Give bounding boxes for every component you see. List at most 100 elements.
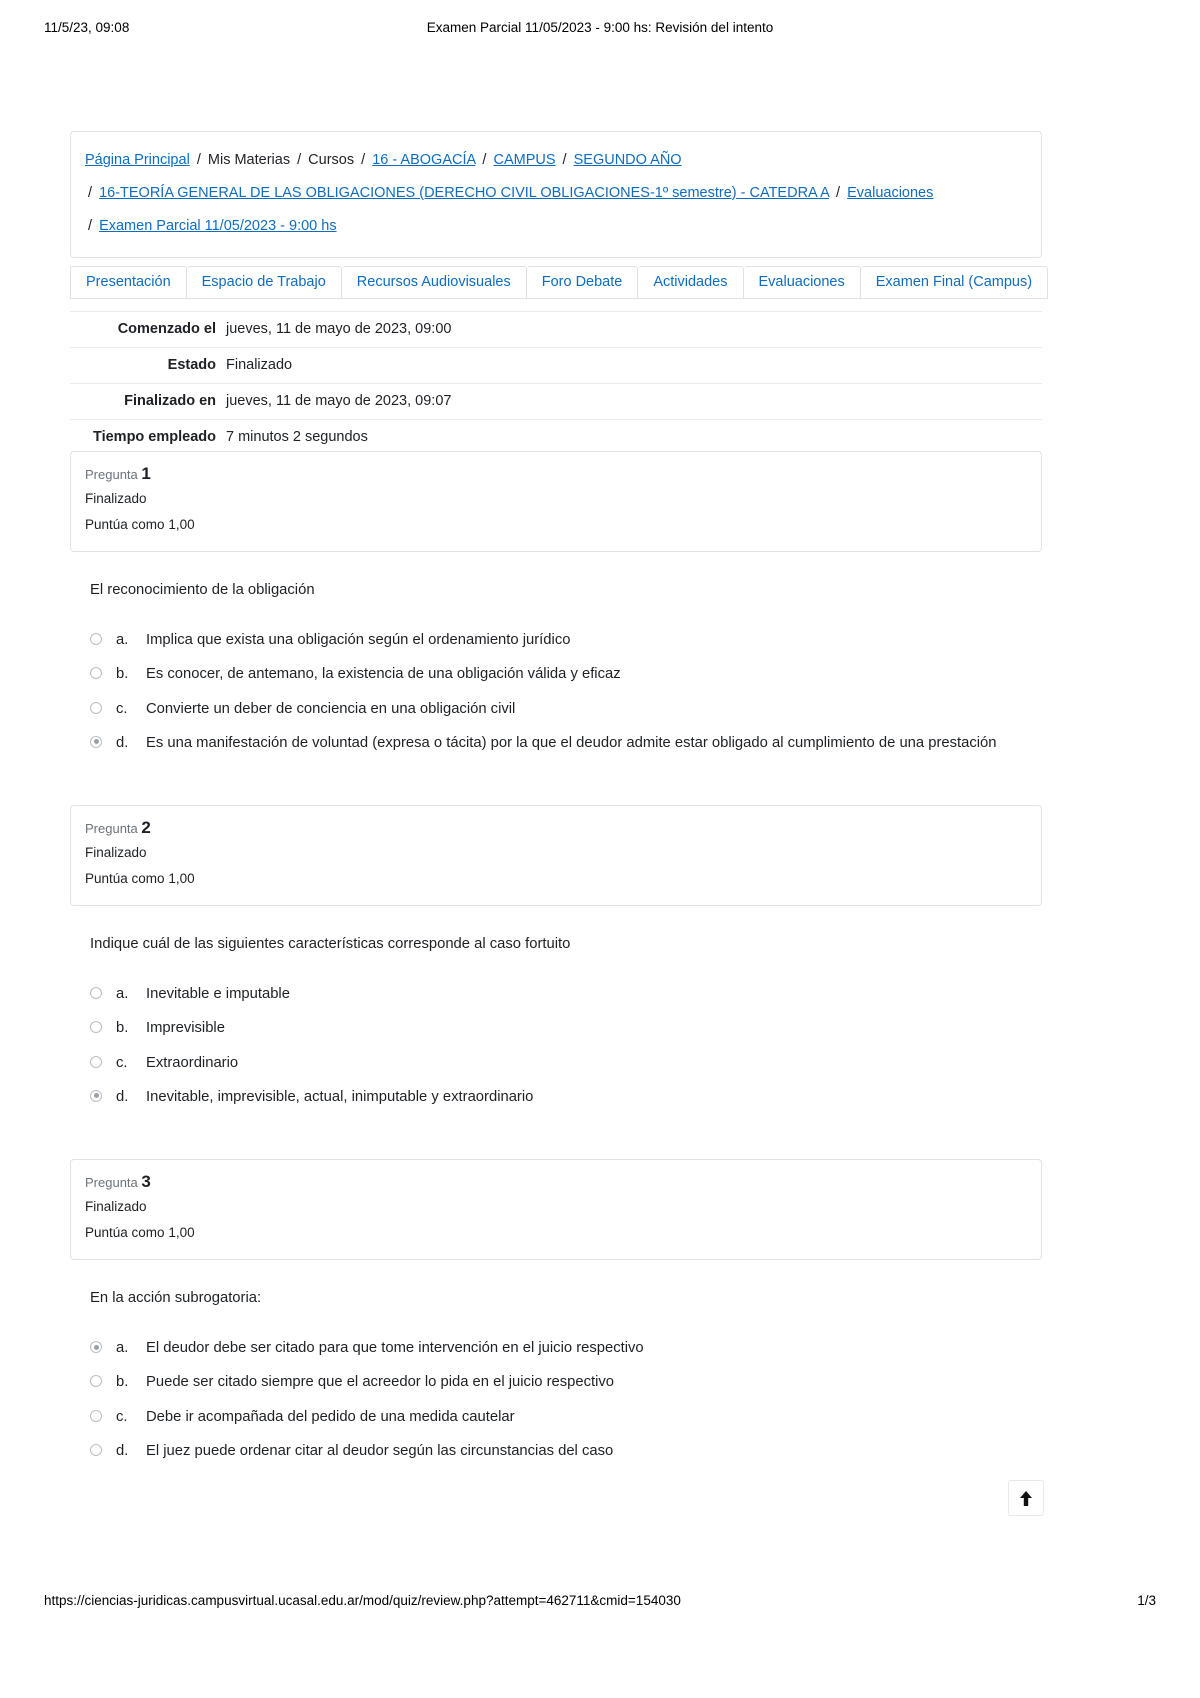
print-footer-page: 1/3 (1137, 1593, 1156, 1608)
print-header: 11/5/23, 09:08 Examen Parcial 11/05/2023… (0, 20, 1200, 40)
question-info-card: Pregunta 1 Finalizado Puntúa como 1,00 (70, 451, 1042, 552)
course-tabs: Presentación Espacio de Trabajo Recursos A… (70, 266, 1049, 299)
answer-text: Extraordinario (146, 1054, 239, 1071)
print-footer-url: https://ciencias-juridicas.campusvirtual… (44, 1593, 681, 1608)
radio-checked-icon[interactable] (90, 735, 102, 748)
answer-text: Debe ir acompañada del pedido de una med… (146, 1408, 515, 1425)
answer-option[interactable]: c. Extraordinario (70, 1053, 1042, 1073)
answer-option[interactable]: b. Es conocer, de antemano, la existencia… (70, 664, 1042, 684)
question-number: Pregunta 2 (85, 817, 1027, 840)
breadcrumb-text: Cursos (308, 152, 355, 168)
attempt-info-value: 7 minutos 2 segundos (226, 429, 368, 445)
question-block: Pregunta 3 Finalizado Puntúa como 1,00 (70, 1159, 1042, 1260)
answer-option[interactable]: b. Puede ser citado siempre que el acreed… (70, 1372, 1042, 1392)
answer-text: Convierte un deber de conciencia en una … (146, 700, 516, 717)
answer-letter: a. (116, 986, 129, 1002)
radio-checked-icon[interactable] (90, 1341, 102, 1353)
tab-evaluaciones[interactable]: Evaluaciones (743, 266, 861, 299)
answer-text: Inevitable e imputable (146, 986, 290, 1002)
question-marks-value: 1,00 (168, 871, 195, 886)
question-block: Pregunta 1 Finalizado Puntúa como 1,00 (70, 451, 1042, 552)
answer-text: Es conocer, de antemano, la existencia d… (146, 666, 621, 683)
question-number: Pregunta 1 (85, 463, 1027, 486)
answer-letter: d. (116, 1442, 129, 1459)
radio-unchecked-icon[interactable] (90, 1443, 102, 1456)
radio-unchecked-icon[interactable] (90, 701, 102, 714)
breadcrumb-separator: / (196, 152, 201, 168)
attempt-info-label: Tiempo empleado (92, 429, 216, 445)
question-number-label: Pregunta (85, 1175, 142, 1190)
answer-option[interactable]: a. Inevitable e imputable (70, 984, 1042, 1004)
attempt-info-label: Estado (167, 357, 216, 373)
answer-letter: d. (116, 1088, 129, 1105)
question-number-value: 1 (141, 464, 151, 483)
tab-foro-debate[interactable]: Foro Debate (526, 266, 639, 299)
attempt-info-body: Comenzado el jueves, 11 de mayo de 2023, … (70, 311, 1042, 456)
breadcrumb: Página Principal / Mis Materias / Cursos… (70, 131, 1042, 258)
breadcrumb-link[interactable]: Evaluaciones (847, 185, 933, 201)
quiz-review-page: 11/5/23, 09:08 Examen Parcial 11/05/2023… (0, 0, 1200, 1698)
answer-option[interactable]: a. El deudor debe ser citado para que tom… (70, 1338, 1042, 1358)
radio-unchecked-icon[interactable] (90, 1375, 102, 1388)
print-footer: https://ciencias-juridicas.campusvirtual… (0, 1593, 1200, 1613)
breadcrumb-separator: / (297, 152, 302, 168)
radio-unchecked-icon[interactable] (90, 1055, 102, 1068)
question-number-label: Pregunta (85, 467, 142, 482)
answer-option[interactable]: a. Implica que exista una obligación segú… (70, 630, 1042, 650)
answer-option[interactable]: c. Convierte un deber de conciencia en un… (70, 699, 1042, 719)
answer-letter: c. (116, 1408, 128, 1425)
answer-text: Implica que exista una obligación según … (146, 632, 571, 648)
attempt-info-value: jueves, 11 de mayo de 2023, 09:00 (226, 321, 452, 337)
answer-letter: b. (116, 666, 129, 683)
question-marks-label: Puntúa como (85, 871, 169, 886)
breadcrumb-link[interactable]: SEGUNDO AÑO (574, 152, 682, 168)
question-marks-value: 1,00 (168, 517, 195, 532)
tab-espacio-de-trabajo[interactable]: Espacio de Trabajo (186, 266, 342, 299)
tab-examen-final-campus[interactable]: Examen Final (Campus) (860, 266, 1049, 299)
scroll-to-top-button[interactable] (1008, 1480, 1044, 1516)
breadcrumb-link[interactable]: Página Principal (85, 152, 190, 168)
answer-option[interactable]: b. Imprevisible (70, 1018, 1042, 1038)
question-text: En la acción subrogatoria: (90, 1290, 262, 1306)
answer-option[interactable]: d. Es una manifestación de voluntad (expr… (70, 733, 1042, 753)
arrow-up-icon (1020, 1491, 1032, 1506)
tab-presentaci-n[interactable]: Presentación (71, 266, 187, 299)
tab-actividades[interactable]: Actividades (638, 266, 744, 299)
answer-text: El deudor debe ser citado para que tome … (146, 1340, 644, 1356)
question-marks: Puntúa como 1,00 (85, 512, 1027, 538)
answer-letter: c. (116, 700, 128, 717)
answer-option[interactable]: d. Inevitable, imprevisible, actual, inim… (70, 1087, 1042, 1107)
radio-unchecked-icon[interactable] (90, 1021, 102, 1034)
breadcrumb-link[interactable]: 16 - ABOGACÍA (372, 152, 475, 168)
attempt-info-value: jueves, 11 de mayo de 2023, 09:07 (226, 393, 452, 409)
attempt-info-label: Finalizado en (124, 393, 216, 409)
answer-text: Inevitable, imprevisible, actual, inimpu… (146, 1088, 534, 1105)
radio-unchecked-icon[interactable] (90, 987, 102, 999)
question-number-label: Pregunta (85, 821, 142, 836)
radio-unchecked-icon[interactable] (90, 1409, 102, 1422)
breadcrumb-text: Mis Materias (207, 152, 291, 168)
answer-option[interactable]: c. Debe ir acompañada del pedido de una m… (70, 1407, 1042, 1427)
radio-unchecked-icon[interactable] (90, 633, 102, 645)
radio-unchecked-icon[interactable] (90, 667, 102, 680)
attempt-info-table: Comenzado el jueves, 11 de mayo de 2023, … (70, 311, 1042, 455)
tab-recursos-audiovisuales[interactable]: Recursos Audiovisuales (341, 266, 527, 299)
answer-text: El juez puede ordenar citar al deudor se… (146, 1442, 614, 1459)
breadcrumb-link[interactable]: 16-TEORÍA GENERAL DE LAS OBLIGACIONES (D… (99, 185, 829, 201)
print-header-title: Examen Parcial 11/05/2023 - 9:00 hs: Rev… (426, 20, 774, 35)
breadcrumb-separator: / (88, 218, 93, 234)
attempt-info-row: Finalizado en jueves, 11 de mayo de 2023,… (70, 383, 1042, 420)
breadcrumb-link[interactable]: Examen Parcial 11/05/2023 - 9:00 hs (99, 218, 337, 234)
question-state: Finalizado (85, 491, 147, 506)
breadcrumb-separator: / (562, 152, 567, 168)
radio-checked-icon[interactable] (90, 1089, 102, 1102)
breadcrumb-line-3: / Examen Parcial 11/05/2023 - 9:00 hs (85, 210, 1027, 243)
attempt-info-row: Estado Finalizado (70, 347, 1042, 384)
question-block: Pregunta 2 Finalizado Puntúa como 1,00 (70, 805, 1042, 906)
question-marks-value: 1,00 (168, 1225, 195, 1240)
answer-option[interactable]: d. El juez puede ordenar citar al deudor … (70, 1441, 1042, 1461)
breadcrumb-link[interactable]: CAMPUS (493, 152, 555, 168)
question-marks: Puntúa como 1,00 (85, 1220, 1027, 1246)
breadcrumb-separator: / (361, 152, 366, 168)
question-info-card: Pregunta 2 Finalizado Puntúa como 1,00 (70, 805, 1042, 906)
